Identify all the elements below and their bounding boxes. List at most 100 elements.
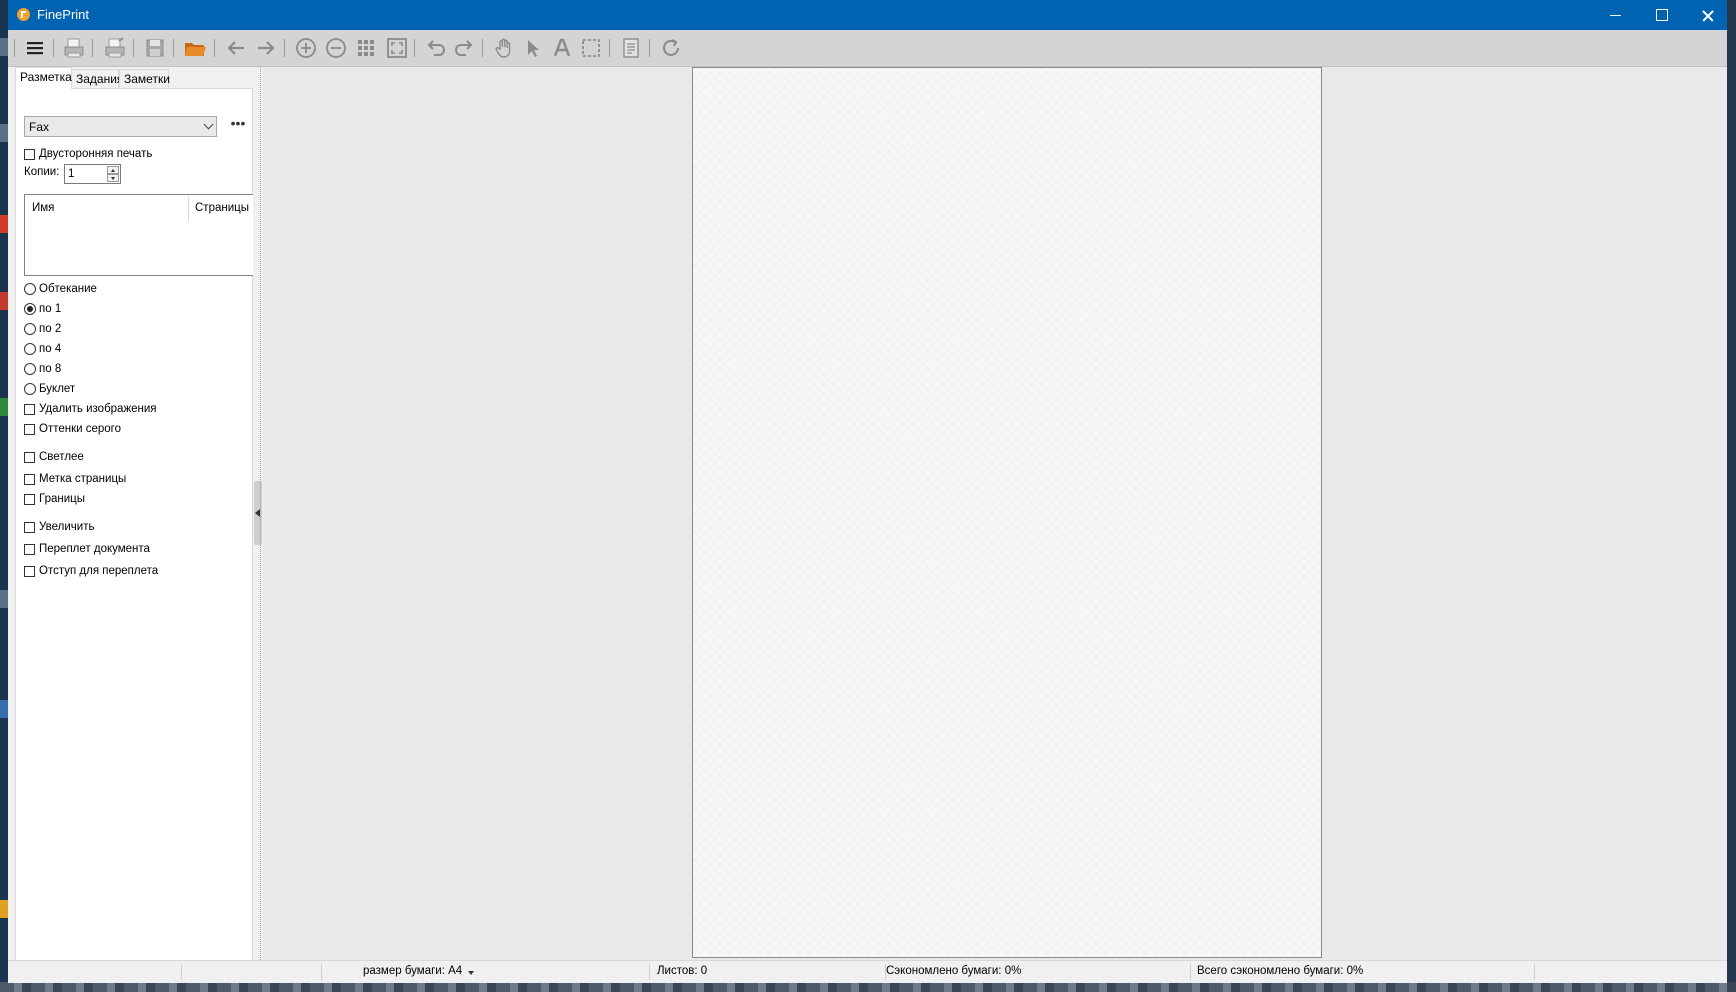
- checkbox-label: Увеличить: [39, 521, 95, 533]
- undo-button[interactable]: [423, 35, 449, 61]
- chevron-down-icon[interactable]: [468, 971, 474, 975]
- zoom-out-button[interactable]: [323, 35, 349, 61]
- radio-button[interactable]: [24, 323, 36, 335]
- document-binding-checkbox[interactable]: Переплет документа: [24, 542, 150, 556]
- redo-button[interactable]: [451, 35, 477, 61]
- checkbox-box[interactable]: [24, 493, 35, 505]
- duplex-label: Двусторонняя печать: [39, 148, 153, 160]
- layout-option-booklet[interactable]: Буклет: [24, 382, 75, 396]
- save-button[interactable]: [142, 35, 168, 61]
- desktop-background-right: [1727, 0, 1736, 992]
- jobs-list[interactable]: Имя Страницы: [24, 194, 256, 276]
- pointer-tool-icon: [528, 40, 539, 57]
- checkbox-box[interactable]: [24, 451, 35, 463]
- toolbar-separator: [414, 39, 415, 57]
- page-label-checkbox[interactable]: Метка страницы: [24, 472, 126, 486]
- close-button[interactable]: [1684, 0, 1730, 30]
- copies-label: Копии:: [24, 166, 60, 178]
- grid-view-button[interactable]: [353, 35, 379, 61]
- checkbox-box[interactable]: [24, 403, 35, 415]
- layout-option-wrap[interactable]: Обтекание: [24, 282, 97, 296]
- print-settings-button[interactable]: [102, 35, 128, 61]
- grayscale-checkbox[interactable]: Оттенки серого: [24, 422, 121, 436]
- text-tool-button[interactable]: [549, 35, 575, 61]
- printer-select[interactable]: Fax: [24, 116, 217, 137]
- borders-checkbox[interactable]: Границы: [24, 492, 85, 506]
- radio-label: Буклет: [39, 383, 76, 395]
- paper-size-status[interactable]: размер бумаги: A4: [363, 965, 462, 977]
- preview-area[interactable]: [263, 67, 1727, 960]
- radio-label: по 2: [39, 323, 62, 335]
- radio-button[interactable]: [24, 363, 36, 375]
- forward-button[interactable]: [253, 35, 279, 61]
- toolbar-separator: [284, 39, 285, 57]
- toolbar-separator: [214, 39, 215, 57]
- open-folder-icon: [185, 43, 206, 56]
- jobs-column-pages[interactable]: Страницы: [195, 202, 249, 214]
- maximize-button[interactable]: [1638, 0, 1684, 30]
- select-rect-icon: [582, 39, 600, 57]
- page-preview[interactable]: [692, 67, 1322, 958]
- tab-notes[interactable]: Заметки: [119, 69, 170, 88]
- status-separator: [649, 964, 650, 980]
- menu-button[interactable]: [22, 35, 48, 61]
- hand-tool-button[interactable]: [491, 35, 517, 61]
- toolbar-separator: [133, 39, 134, 57]
- back-button[interactable]: [223, 35, 249, 61]
- open-button[interactable]: [182, 35, 208, 61]
- printer-more-button[interactable]: •••: [228, 116, 248, 134]
- desktop-icon-fragment: [0, 700, 8, 718]
- toolbar: [8, 30, 1727, 67]
- desktop-icon-fragment: [0, 292, 8, 310]
- checkbox-box[interactable]: [24, 423, 35, 435]
- lighter-checkbox[interactable]: Светлее: [24, 450, 84, 464]
- refresh-icon: [663, 39, 679, 56]
- copies-input[interactable]: [68, 167, 104, 181]
- page-settings-button[interactable]: [618, 35, 644, 61]
- zoom-out-icon: [326, 38, 346, 58]
- enlarge-checkbox[interactable]: Увеличить: [24, 520, 94, 534]
- menu-icon: [27, 42, 43, 55]
- remove-images-checkbox[interactable]: Удалить изображения: [24, 402, 157, 416]
- tab-jobs[interactable]: Задания: [71, 69, 123, 88]
- minimize-button[interactable]: [1592, 0, 1638, 30]
- status-bar: размер бумаги: A4 Листов: 0 Сэкономлено …: [8, 960, 1727, 983]
- layout-option-4-up[interactable]: по 4: [24, 342, 61, 356]
- jobs-column-name[interactable]: Имя: [32, 202, 54, 214]
- checkbox-box[interactable]: [24, 565, 35, 577]
- radio-label: по 4: [39, 343, 62, 355]
- copies-increment-button[interactable]: [107, 166, 119, 174]
- checkbox-box[interactable]: [24, 543, 35, 555]
- fit-page-button[interactable]: [384, 35, 410, 61]
- toolbar-separator: [14, 39, 15, 57]
- pointer-tool-button[interactable]: [520, 35, 546, 61]
- radio-button[interactable]: [24, 283, 36, 295]
- layout-option-1-up[interactable]: по 1: [24, 302, 61, 316]
- layout-option-8-up[interactable]: по 8: [24, 362, 61, 376]
- copies-stepper[interactable]: [64, 164, 121, 184]
- column-divider[interactable]: [188, 197, 189, 221]
- checkbox-box[interactable]: [24, 521, 35, 533]
- binding-margin-checkbox[interactable]: Отступ для переплета: [24, 564, 158, 578]
- panel-splitter[interactable]: [253, 67, 263, 960]
- copies-decrement-button[interactable]: [107, 174, 119, 182]
- save-icon: [146, 39, 164, 57]
- desktop-icon-fragment: [0, 900, 8, 918]
- checkbox-box[interactable]: [24, 473, 35, 485]
- checkbox-label: Границы: [39, 493, 85, 505]
- radio-button[interactable]: [24, 343, 36, 355]
- radio-button-selected[interactable]: [24, 303, 36, 315]
- print-button[interactable]: [61, 35, 87, 61]
- status-separator: [321, 964, 322, 980]
- radio-button[interactable]: [24, 383, 36, 395]
- refresh-button[interactable]: [658, 35, 684, 61]
- title-bar[interactable]: FinePrint: [8, 0, 1727, 30]
- tab-layout[interactable]: Разметка: [15, 67, 72, 89]
- select-rect-button[interactable]: [578, 35, 604, 61]
- checkbox-label: Переплет документа: [39, 543, 150, 555]
- desktop-icon-fragment: [0, 215, 8, 233]
- zoom-in-button[interactable]: [293, 35, 319, 61]
- checkbox-box[interactable]: [24, 148, 35, 160]
- duplex-checkbox[interactable]: Двусторонняя печать: [24, 147, 152, 161]
- layout-option-2-up[interactable]: по 2: [24, 322, 61, 336]
